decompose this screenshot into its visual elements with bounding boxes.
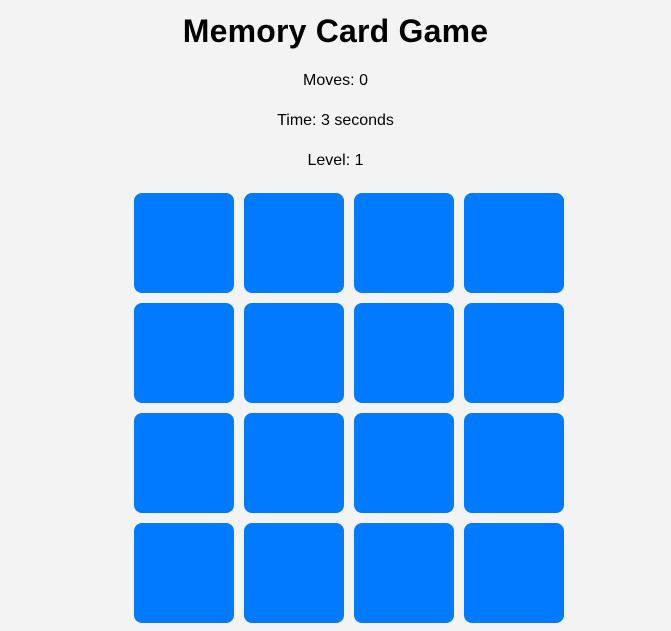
memory-card[interactable] bbox=[464, 523, 564, 623]
level-indicator: Level: 1 bbox=[0, 152, 671, 170]
memory-card[interactable] bbox=[244, 413, 344, 513]
memory-card[interactable] bbox=[244, 523, 344, 623]
time-counter: Time: 3 seconds bbox=[0, 112, 671, 130]
memory-card[interactable] bbox=[244, 303, 344, 403]
memory-card[interactable] bbox=[464, 413, 564, 513]
memory-card[interactable] bbox=[134, 413, 234, 513]
time-label: Time: bbox=[277, 112, 317, 129]
memory-card[interactable] bbox=[244, 193, 344, 293]
card-grid bbox=[134, 193, 564, 623]
level-label: Level: bbox=[307, 152, 351, 169]
time-value: 3 bbox=[320, 112, 330, 129]
memory-card[interactable] bbox=[134, 303, 234, 403]
moves-counter: Moves: 0 bbox=[0, 72, 671, 90]
memory-card[interactable] bbox=[354, 523, 454, 623]
memory-card[interactable] bbox=[464, 193, 564, 293]
time-unit: seconds bbox=[334, 112, 394, 129]
memory-card[interactable] bbox=[134, 523, 234, 623]
memory-card[interactable] bbox=[354, 303, 454, 403]
memory-card[interactable] bbox=[464, 303, 564, 403]
page-title: Memory Card Game bbox=[182, 13, 489, 49]
memory-card[interactable] bbox=[134, 193, 234, 293]
memory-card[interactable] bbox=[354, 413, 454, 513]
memory-card[interactable] bbox=[354, 193, 454, 293]
level-value: 1 bbox=[354, 152, 364, 169]
game-page: Memory Card Game Moves: 0 Time: 3 second… bbox=[0, 0, 671, 631]
moves-value: 0 bbox=[359, 72, 368, 89]
moves-label: Moves: bbox=[303, 72, 355, 89]
